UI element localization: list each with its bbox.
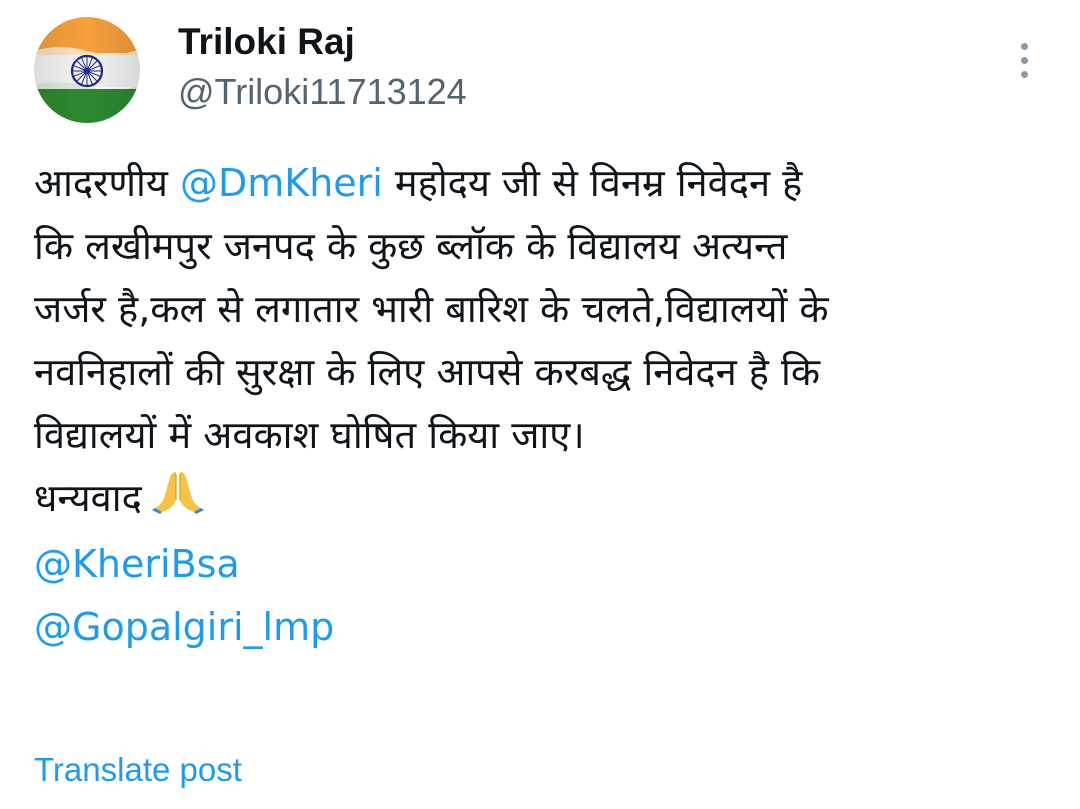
more-vertical-icon xyxy=(1020,42,1028,50)
mention-gopalgiri-link[interactable]: @Gopalgiri_lmp xyxy=(34,596,1044,659)
more-vertical-icon xyxy=(1020,70,1028,78)
post-text: आदरणीय @DmKheri महोदय जी से विनम्र निवेद… xyxy=(34,152,1044,659)
post-text-segment: आदरणीय xyxy=(34,161,180,205)
thanks-line: धन्यवाद xyxy=(34,467,1044,533)
post-line: नवनिहालों की सुरक्षा के लिए आपसे करबद्ध … xyxy=(34,350,821,394)
post-line: जर्जर है,कल से लगातार भारी बारिश के चलते… xyxy=(34,287,829,331)
mention-dmkheri-link[interactable]: @DmKheri xyxy=(180,161,383,205)
india-flag-avatar-icon xyxy=(34,17,140,123)
mention-kheribsa-link[interactable]: @KheriBsa xyxy=(34,533,1044,596)
post-text-segment: महोदय जी से विनम्र निवेदन है xyxy=(382,161,803,205)
thanks-text: धन्यवाद xyxy=(34,476,142,520)
profile-avatar[interactable] xyxy=(34,17,140,123)
translate-post-link[interactable]: Translate post xyxy=(34,748,242,792)
post-line: कि लखीमपुर जनपद के कुछ ब्लॉक के विद्यालय… xyxy=(34,224,788,268)
post-line: आदरणीय @DmKheri महोदय जी से विनम्र निवेद… xyxy=(34,152,1044,215)
folded-hands-emoji-icon xyxy=(151,468,204,533)
author-handle[interactable]: @Triloki11713124 xyxy=(178,70,467,114)
post-line: विद्यालयों में अवकाश घोषित किया जाए। xyxy=(34,413,585,457)
more-vertical-icon xyxy=(1020,56,1028,64)
more-options-button[interactable] xyxy=(1004,36,1044,84)
author-display-name[interactable]: Triloki Raj xyxy=(178,20,355,64)
tweet: Triloki Raj @Triloki11713124 आदरणीय @DmK… xyxy=(0,0,1080,809)
